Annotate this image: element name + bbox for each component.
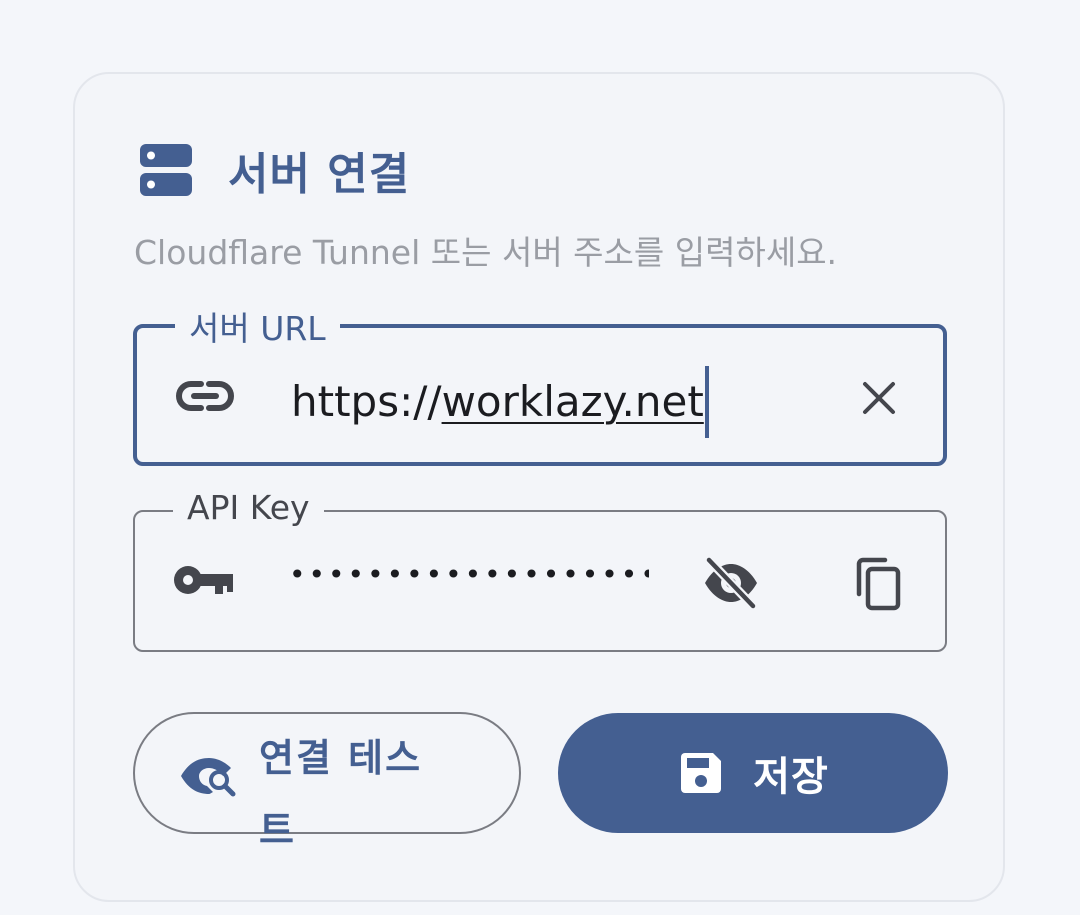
- test-connection-label: 연결 테스트: [259, 736, 423, 852]
- server-icon: [140, 144, 192, 196]
- card-header: 서버 연결: [138, 138, 410, 202]
- server-url-field[interactable]: 서버 URL https://worklazy.net: [133, 302, 947, 466]
- save-label: 저장: [753, 754, 829, 800]
- test-connection-button[interactable]: 연결 테스트: [133, 712, 521, 852]
- card-subtitle: Cloudflare Tunnel 또는 서버 주소를 입력하세요.: [134, 233, 838, 272]
- api-key-field[interactable]: API Key ••••••••••••••••••••••••••••••: [133, 488, 947, 652]
- server-url-label: 서버 URL: [175, 302, 340, 350]
- api-key-label: API Key: [173, 488, 324, 527]
- save-icon: [681, 753, 722, 793]
- link-icon: [176, 381, 234, 411]
- server-url-input[interactable]: https://worklazy.net: [291, 366, 709, 438]
- url-value-rest: worklazy.net: [441, 377, 704, 426]
- text-caret: [704, 366, 709, 438]
- card-title: 서버 연결: [228, 149, 411, 200]
- visibility-off-icon[interactable]: [701, 556, 761, 610]
- api-key-input[interactable]: ••••••••••••••••••••••••••••••: [289, 558, 649, 591]
- copy-icon[interactable]: [851, 556, 903, 612]
- close-icon[interactable]: [855, 374, 903, 422]
- url-value-prefix: https://: [291, 377, 442, 426]
- eye-search-icon: [181, 758, 236, 797]
- save-button[interactable]: 저장: [558, 713, 948, 833]
- key-icon: [174, 566, 233, 594]
